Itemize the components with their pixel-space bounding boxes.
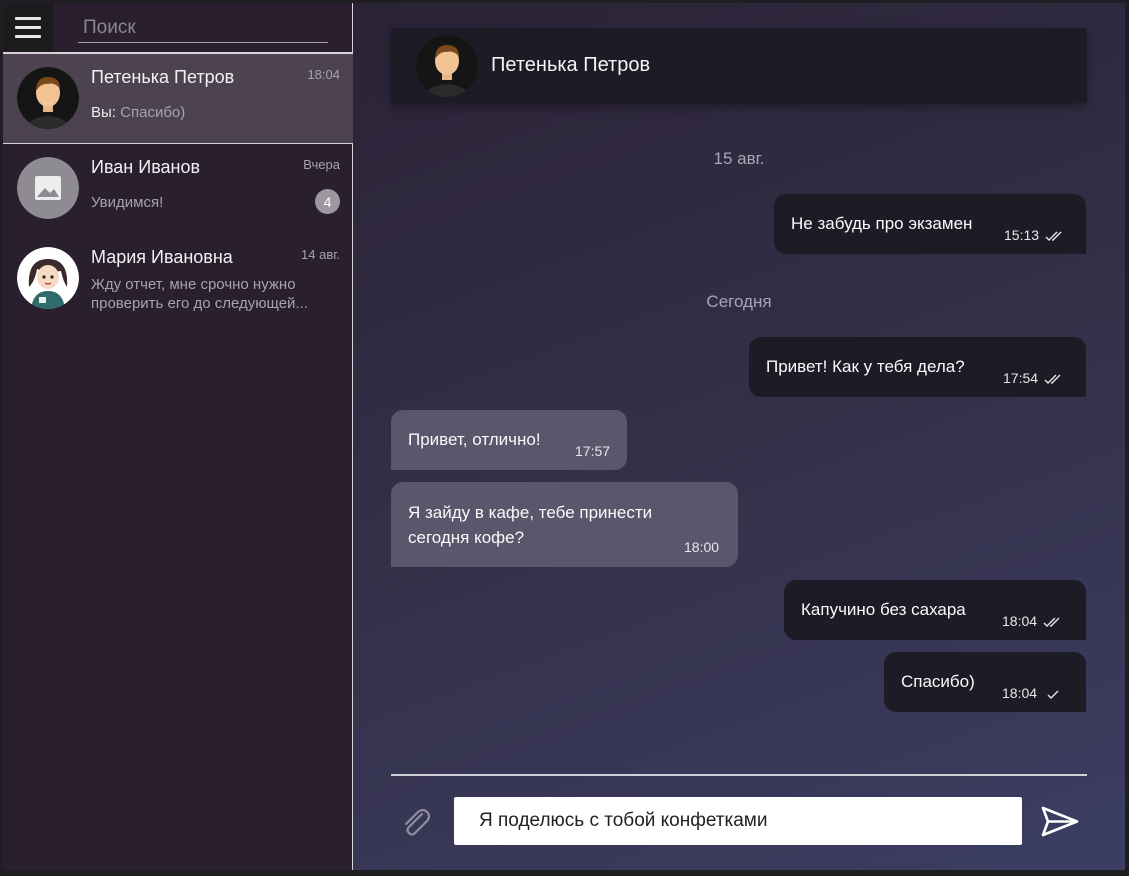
chat-list-item-petrov[interactable]: Петенька Петров 18:04 Вы: Спасибо) (3, 54, 353, 144)
image-placeholder-icon (17, 157, 79, 219)
message-meta: 18:00 (684, 535, 719, 560)
preview-line: Жду отчет, мне срочно нужно (91, 276, 296, 293)
chat-preview: Вы: Спасибо) (91, 103, 185, 122)
chat-name: Петенька Петров (91, 67, 235, 87)
chat-time: 14 авг. (301, 247, 340, 262)
message-outgoing[interactable]: Капучино без сахара 18:04 (784, 580, 1086, 640)
message-meta: 18:04 (1002, 681, 1063, 706)
chat-list-item-maria[interactable]: Мария Ивановна 14 авг. Жду отчет, мне ср… (3, 234, 353, 324)
message-meta: 17:54 (1003, 366, 1064, 391)
chat-name: Иван Иванов (91, 157, 201, 177)
chat-time: 18:04 (307, 67, 340, 82)
composer-divider (391, 774, 1087, 776)
message-meta: 15:13 (1004, 223, 1065, 248)
message-time: 18:04 (1002, 685, 1038, 701)
message-text: Привет, отлично! (408, 430, 541, 449)
chat-list-item-ivanov[interactable]: Иван Иванов Вчера Увидимся! 4 (3, 144, 353, 234)
message-line: сегодня кофе? (408, 528, 525, 547)
preview-line: проверить его до следующей... (91, 295, 308, 312)
message-input[interactable] (454, 797, 1022, 845)
message-time: 17:57 (575, 443, 611, 459)
double-check-icon (1044, 374, 1061, 384)
message-outgoing[interactable]: Привет! Как у тебя дела? 17:54 (749, 337, 1086, 397)
chat-panel: Петенька Петров 15 авг. Не забудь про эк… (353, 3, 1125, 870)
search-input[interactable] (78, 13, 328, 43)
preview-text: Спасибо) (120, 104, 186, 121)
message-text: Капучино без сахара (801, 600, 966, 619)
hamburger-icon[interactable] (3, 3, 53, 52)
avatar[interactable] (416, 35, 478, 97)
message-time: 15:13 (1004, 227, 1040, 243)
avatar (17, 247, 79, 309)
message-meta: 18:04 (1002, 609, 1063, 634)
date-separator: 15 авг. (713, 149, 765, 168)
message-meta: 17:57 (575, 439, 610, 464)
message-text: Привет! Как у тебя дела? (766, 357, 965, 376)
chat-preview: Жду отчет, мне срочно нужно проверить ег… (91, 275, 308, 313)
check-icon (1047, 690, 1059, 699)
message-text: Я зайду в кафе, тебе принести сегодня ко… (408, 500, 652, 550)
date-separator: Сегодня (706, 292, 772, 311)
message-time: 18:00 (684, 539, 720, 555)
sidebar-header (3, 3, 352, 54)
send-icon[interactable] (1041, 805, 1079, 838)
message-text: Не забудь про экзамен (791, 214, 973, 233)
chat-name: Мария Ивановна (91, 247, 233, 267)
double-check-icon (1043, 617, 1060, 627)
message-incoming[interactable]: Привет, отлично! 17:57 (391, 410, 627, 470)
sender-prefix: Вы: (91, 104, 116, 121)
message-incoming[interactable]: Я зайду в кафе, тебе принести сегодня ко… (391, 482, 738, 567)
chat-time: Вчера (303, 157, 340, 172)
chat-preview: Увидимся! (91, 194, 164, 211)
sidebar: Петенька Петров 18:04 Вы: Спасибо) Иван … (3, 3, 353, 870)
message-outgoing[interactable]: Спасибо) 18:04 (884, 652, 1086, 712)
message-time: 17:54 (1003, 370, 1039, 386)
message-line: Я зайду в кафе, тебе принести (408, 503, 653, 522)
double-check-icon (1045, 231, 1062, 241)
messenger-app: Петенька Петров 18:04 Вы: Спасибо) Иван … (3, 3, 1125, 870)
paperclip-icon[interactable] (398, 805, 433, 840)
avatar (17, 67, 79, 129)
unread-badge: 4 (315, 189, 340, 214)
message-outgoing[interactable]: Не забудь про экзамен 15:13 (774, 194, 1086, 254)
chat-header: Петенька Петров (391, 28, 1087, 103)
chat-title: Петенька Петров (491, 54, 651, 76)
message-time: 18:04 (1002, 613, 1038, 629)
message-text: Спасибо) (901, 672, 975, 691)
